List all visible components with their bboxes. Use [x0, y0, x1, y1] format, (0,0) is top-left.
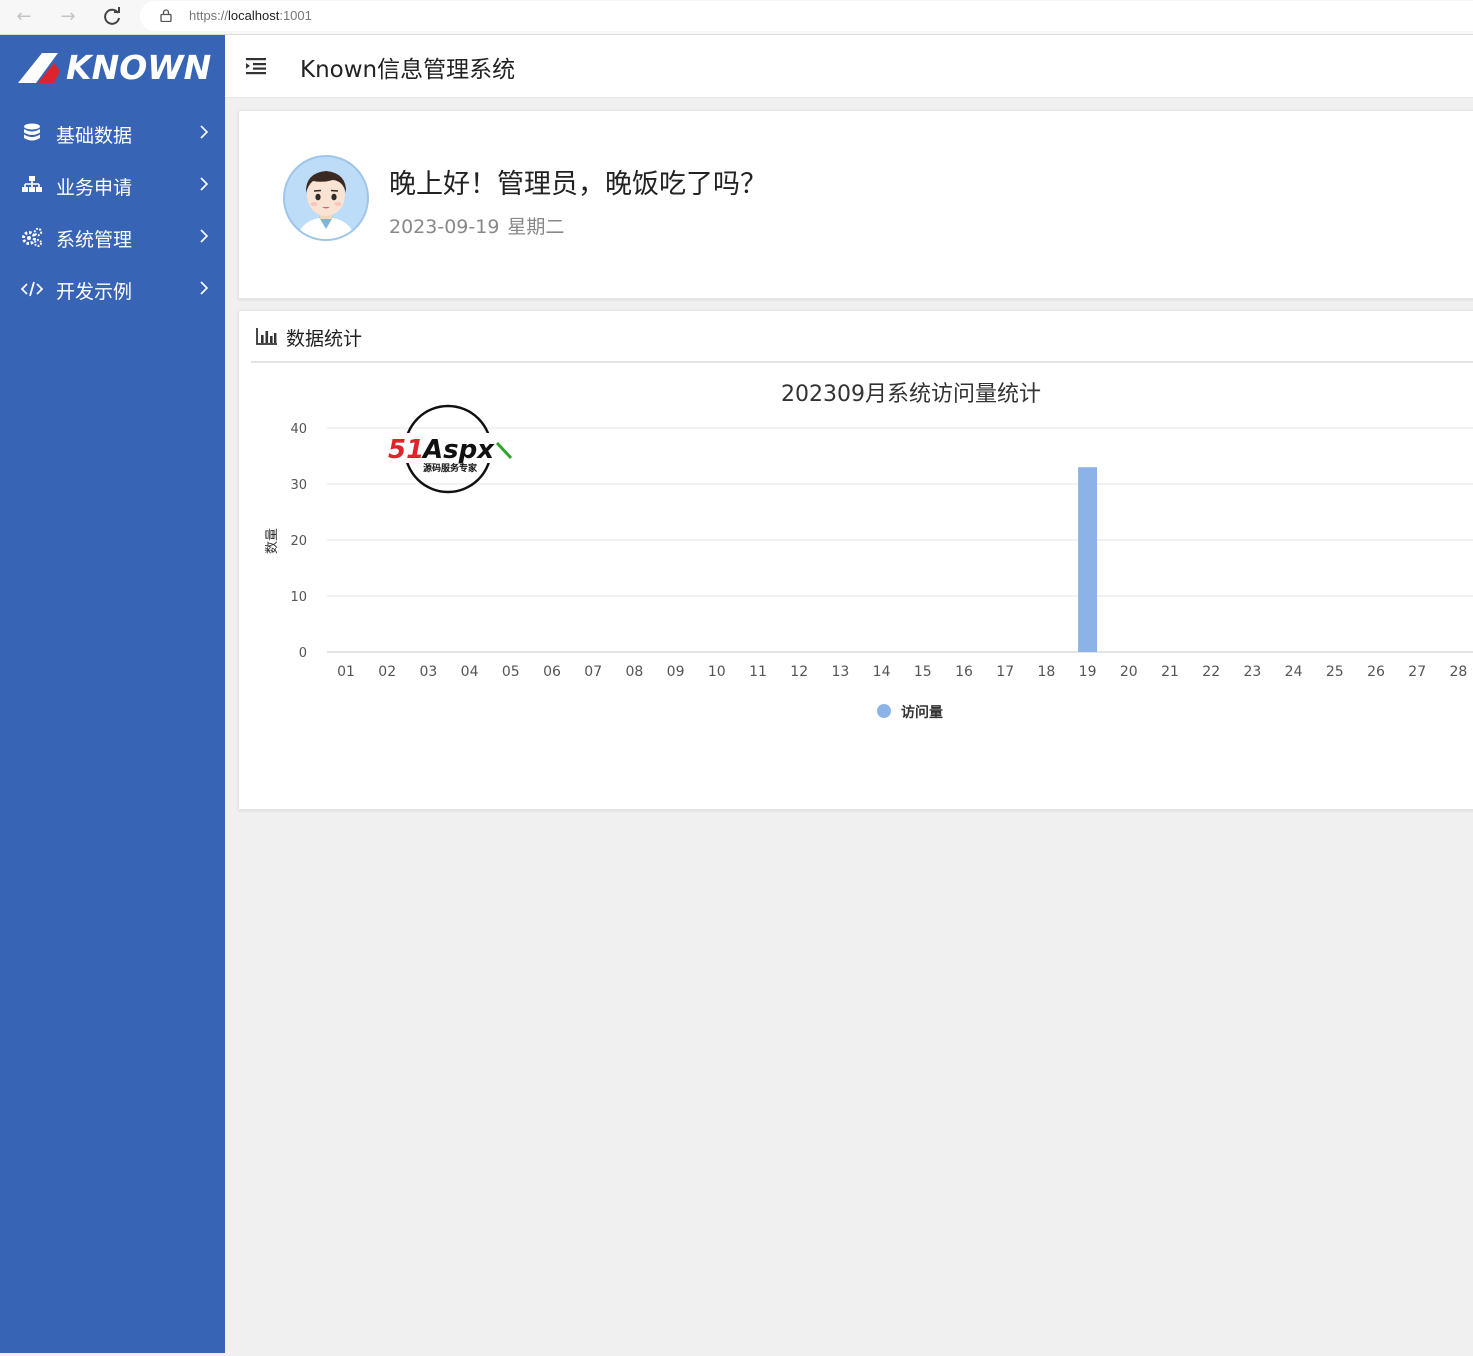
- weekday-value: 星期二: [507, 216, 565, 238]
- x-tick-label: 24: [1285, 664, 1303, 680]
- stats-title: 数据统计: [286, 328, 363, 350]
- forward-arrow-icon[interactable]: →: [56, 5, 80, 29]
- sidebar-item-system-manage[interactable]: 系统管理: [0, 212, 225, 262]
- x-tick-label: 26: [1367, 664, 1385, 680]
- x-tick-label: 11: [749, 664, 767, 680]
- sidebar-item-basic-data[interactable]: 基础数据: [0, 108, 225, 158]
- x-tick-label: 05: [502, 664, 520, 680]
- x-tick-label: 07: [584, 664, 602, 680]
- top-header: Known信息管理系统: [225, 35, 1473, 98]
- url-text: https://localhost:1001: [189, 8, 312, 23]
- x-tick-label: 22: [1202, 664, 1220, 680]
- x-tick-label: 18: [1037, 664, 1055, 680]
- x-tick-label: 03: [419, 664, 437, 680]
- chart-title: 202309月系统访问量统计: [781, 382, 1041, 407]
- legend-label[interactable]: 访问量: [901, 704, 943, 721]
- svg-text:Aspx: Aspx: [421, 435, 495, 465]
- sidebar-item-label: 基础数据: [56, 125, 133, 147]
- address-bar[interactable]: https://localhost:1001: [140, 1, 1473, 31]
- legend-marker[interactable]: [877, 704, 891, 718]
- sidebar: KNOWN 基础数据 业务申请 系统管理 开发示例: [0, 35, 225, 1353]
- greeting-text: 晚上好！管理员，晚饭吃了吗？: [389, 169, 767, 200]
- current-date: 2023-09-19 星期二: [389, 212, 564, 239]
- y-tick-label: 0: [299, 646, 307, 661]
- x-tick-label: 27: [1408, 664, 1426, 680]
- sidebar-item-label: 开发示例: [56, 281, 133, 303]
- chevron-right-icon: [200, 229, 209, 243]
- y-tick-label: 20: [290, 534, 307, 549]
- x-tick-label: 16: [955, 664, 973, 680]
- x-tick-label: 09: [667, 664, 685, 680]
- y-tick-label: 40: [290, 422, 307, 437]
- x-tick-label: 19: [1079, 664, 1097, 680]
- x-tick-label: 01: [337, 664, 355, 680]
- stats-card: 数据统计 202309月系统访问量统计 数量 0 10 20 30 40 01 02 03 0…: [238, 310, 1473, 810]
- y-axis-label: 数量: [265, 528, 280, 554]
- x-tick-label: 04: [461, 664, 479, 680]
- x-tick-label: 15: [914, 664, 932, 680]
- x-tick-label: 14: [873, 664, 891, 680]
- date-value: 2023-09-19: [389, 216, 500, 238]
- x-tick-label: 06: [543, 664, 561, 680]
- system-title: Known信息管理系统: [300, 57, 516, 83]
- x-tick-label: 23: [1243, 664, 1261, 680]
- chevron-right-icon: [200, 281, 209, 295]
- x-tick-label: 17: [996, 664, 1014, 680]
- x-tick-label: 13: [831, 664, 849, 680]
- known-logo[interactable]: KNOWN: [14, 49, 214, 85]
- x-tick-label: 20: [1120, 664, 1138, 680]
- 51aspx-watermark-logo: 51 Aspx 源码服务专家: [387, 404, 513, 494]
- bar-19[interactable]: [1078, 467, 1098, 652]
- x-tick-label: 21: [1161, 664, 1179, 680]
- svg-text:51: 51: [388, 435, 424, 465]
- stats-header: 数据统计: [251, 311, 1473, 363]
- y-tick-label: 10: [290, 590, 307, 605]
- reload-icon[interactable]: [100, 5, 124, 29]
- logo-text: KNOWN: [66, 49, 211, 85]
- sidebar-item-label: 业务申请: [56, 177, 133, 199]
- svg-text:源码服务专家: 源码服务专家: [423, 462, 478, 474]
- sidebar-item-label: 系统管理: [56, 229, 133, 251]
- avatar[interactable]: [283, 155, 369, 241]
- x-tick-label: 08: [625, 664, 643, 680]
- database-icon: [24, 123, 40, 141]
- y-tick-label: 30: [290, 478, 307, 493]
- welcome-card: 晚上好！管理员，晚饭吃了吗？ 2023-09-19 星期二: [238, 110, 1473, 299]
- sitemap-icon: [22, 176, 42, 192]
- x-tick-label: 25: [1326, 664, 1344, 680]
- sidebar-item-business-apply[interactable]: 业务申请: [0, 160, 225, 210]
- x-tick-label: 28: [1449, 664, 1467, 680]
- code-icon: [21, 281, 43, 297]
- back-arrow-icon[interactable]: ←: [12, 5, 36, 29]
- lock-icon[interactable]: [160, 9, 172, 22]
- browser-toolbar: ← → https://localhost:1001: [0, 0, 1473, 35]
- x-tick-label: 10: [708, 664, 726, 680]
- x-tick-label: 12: [790, 664, 808, 680]
- chevron-right-icon: [200, 177, 209, 191]
- x-tick-label: 02: [378, 664, 396, 680]
- menu-toggle-icon[interactable]: [245, 57, 267, 75]
- sidebar-item-dev-examples[interactable]: 开发示例: [0, 264, 225, 314]
- gears-icon: [22, 227, 43, 247]
- bar-chart-icon: [256, 328, 277, 345]
- chevron-right-icon: [200, 125, 209, 139]
